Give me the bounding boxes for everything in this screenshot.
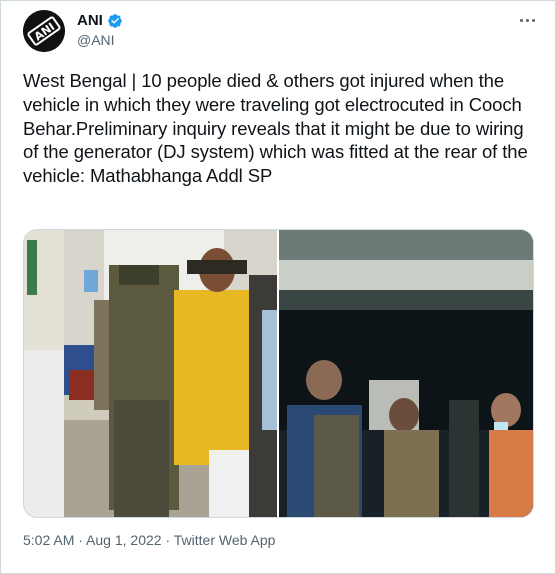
- tweet-date[interactable]: Aug 1, 2022: [86, 532, 162, 548]
- hospital-photo-image: [24, 230, 277, 517]
- more-options-button[interactable]: [515, 11, 539, 29]
- media-photo-night-scene[interactable]: [279, 230, 533, 517]
- tweet-meta: 5:02 AM · Aug 1, 2022 · Twitter Web App: [23, 532, 275, 548]
- meta-separator: ·: [74, 532, 87, 548]
- night-scene-photo-image: [279, 230, 533, 517]
- media-photo-hospital[interactable]: [24, 230, 277, 517]
- tweet-text: West Bengal | 10 people died & others go…: [23, 70, 528, 187]
- more-options-icon-dot: [531, 18, 535, 22]
- tweet-card: ANI ANI @ANI West Bengal | 10 people die…: [0, 0, 556, 574]
- ani-logo-icon: ANI: [23, 10, 65, 52]
- tweet-media[interactable]: [23, 229, 534, 518]
- more-options-icon-dot: [525, 18, 529, 22]
- tweet-source: Twitter Web App: [173, 532, 276, 548]
- author-name-row[interactable]: ANI: [77, 12, 123, 29]
- author-name[interactable]: ANI: [77, 12, 103, 29]
- author-handle[interactable]: @ANI: [77, 32, 115, 48]
- tweet-time[interactable]: 5:02 AM: [23, 532, 74, 548]
- meta-separator-2: ·: [161, 532, 174, 548]
- more-options-icon: [519, 18, 523, 22]
- author-avatar[interactable]: ANI: [23, 10, 65, 52]
- verified-badge-icon: [108, 13, 122, 28]
